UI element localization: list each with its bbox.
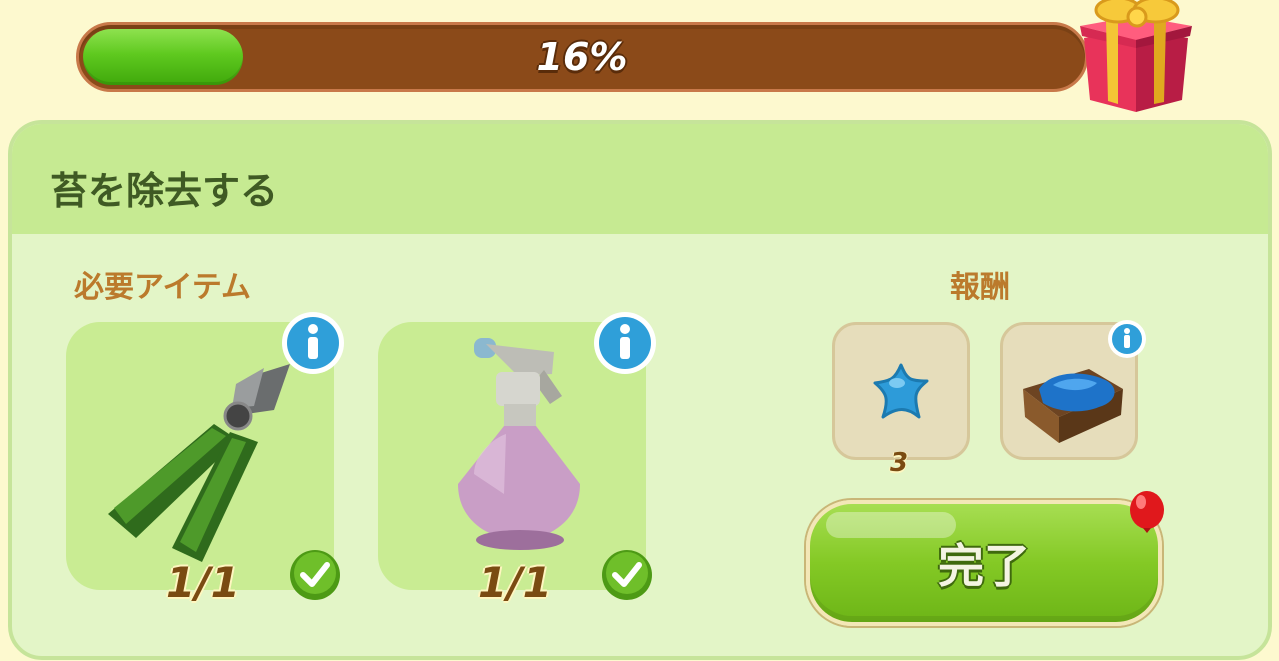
task-title: 苔を除去する [50,169,279,213]
progress-percent: 16% [536,35,628,79]
required-item-card[interactable]: 1/1 [66,312,344,607]
spray-bottle-icon [458,338,580,550]
button-shine [826,512,956,538]
info-icon[interactable] [592,310,658,376]
panel-header: 苔を除去する [12,124,1268,234]
pruning-shears-icon [108,364,290,562]
info-icon[interactable] [280,310,346,376]
complete-button-label: 完了 [938,539,1030,593]
check-icon [290,550,340,600]
gift-box-icon[interactable] [1076,0,1196,118]
complete-button[interactable]: 完了 [806,500,1162,626]
progress-bar: 16% [76,22,1088,92]
required-item-card[interactable]: 1/1 [378,312,656,607]
required-items-label: 必要アイテム [74,270,251,305]
item-count: 1/1 [478,558,552,607]
rewards-label: 報酬 [950,270,1010,305]
notification-balloon-icon [1130,491,1164,533]
reward-card[interactable] [1000,320,1146,460]
reward-count: 3 [890,448,909,478]
item-count: 1/1 [166,558,240,607]
reward-card[interactable] [832,322,970,460]
blue-star-icon [873,363,929,419]
crate-of-blue-cloth-icon [1023,369,1123,443]
check-icon [602,550,652,600]
info-icon[interactable] [1107,319,1147,359]
